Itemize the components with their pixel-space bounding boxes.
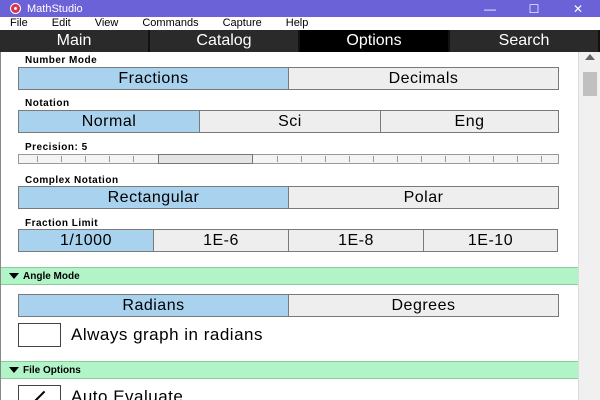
menu-help[interactable]: Help — [286, 17, 309, 30]
slider-tick — [445, 156, 446, 162]
slider-tick — [133, 156, 134, 162]
always-graph-radians-checkbox[interactable] — [18, 323, 61, 347]
tab-search[interactable]: Search — [450, 30, 600, 52]
slider-tick — [277, 156, 278, 162]
precision-slider[interactable] — [18, 154, 559, 164]
slider-tick — [493, 156, 494, 162]
fraction-1-1000-button[interactable]: 1/1000 — [18, 229, 154, 252]
radians-button[interactable]: Radians — [18, 294, 289, 317]
vertical-scrollbar[interactable] — [578, 52, 600, 400]
number-mode-label: Number Mode — [25, 55, 98, 66]
close-button[interactable]: ✕ — [556, 0, 600, 17]
menu-file[interactable]: File — [10, 17, 28, 30]
file-options-title: File Options — [23, 364, 81, 376]
slider-tick — [61, 156, 62, 162]
slider-tick — [469, 156, 470, 162]
auto-evaluate-row[interactable]: Auto Evaluate — [18, 385, 183, 400]
fraction-limit-label: Fraction Limit — [25, 218, 99, 229]
slider-tick — [373, 156, 374, 162]
auto-evaluate-label: Auto Evaluate — [71, 387, 184, 400]
slider-tick — [301, 156, 302, 162]
fraction-1e-10-button[interactable]: 1E-10 — [423, 229, 558, 252]
sci-button[interactable]: Sci — [199, 110, 381, 133]
tab-main[interactable]: Main — [0, 30, 150, 52]
menu-commands[interactable]: Commands — [142, 17, 198, 30]
always-graph-radians-label: Always graph in radians — [71, 325, 263, 344]
always-graph-radians-row[interactable]: Always graph in radians — [18, 323, 263, 347]
slider-tick — [325, 156, 326, 162]
slider-tick — [421, 156, 422, 162]
fraction-limit-selector: 1/1000 1E-6 1E-8 1E-10 — [18, 229, 558, 252]
fraction-1e-6-button[interactable]: 1E-6 — [153, 229, 289, 252]
menu-view[interactable]: View — [95, 17, 119, 30]
minimize-button[interactable]: — — [468, 0, 512, 17]
rectangular-button[interactable]: Rectangular — [18, 186, 289, 209]
slider-tick — [541, 156, 542, 162]
fractions-button[interactable]: Fractions — [18, 67, 289, 90]
slider-tick — [517, 156, 518, 162]
maximize-button[interactable]: ☐ — [512, 0, 556, 17]
window-controls: — ☐ ✕ — [468, 0, 600, 17]
slider-tick — [85, 156, 86, 162]
menu-bar: File Edit View Commands Capture Help — [0, 17, 600, 30]
tab-catalog[interactable]: Catalog — [150, 30, 300, 52]
precision-slider-thumb[interactable] — [158, 154, 253, 164]
normal-button[interactable]: Normal — [18, 110, 200, 133]
complex-notation-selector: Rectangular Polar — [18, 186, 559, 209]
collapse-caret-icon — [9, 367, 19, 373]
menu-capture[interactable]: Capture — [223, 17, 262, 30]
angle-mode-header[interactable]: Angle Mode — [1, 267, 579, 285]
complex-notation-label: Complex Notation — [25, 175, 119, 186]
options-panel: Number Mode Fractions Decimals Notation … — [0, 52, 579, 400]
title-bar: MathStudio — ☐ ✕ — [0, 0, 600, 17]
decimals-button[interactable]: Decimals — [288, 67, 559, 90]
slider-tick — [37, 156, 38, 162]
notation-selector: Normal Sci Eng — [18, 110, 559, 133]
precision-label: Precision: 5 — [25, 142, 88, 153]
tab-options[interactable]: Options — [300, 30, 450, 52]
scroll-up-arrow-icon[interactable] — [585, 54, 595, 60]
collapse-caret-icon — [9, 273, 19, 279]
auto-evaluate-checkbox[interactable] — [18, 385, 61, 400]
eng-button[interactable]: Eng — [380, 110, 559, 133]
slider-tick — [397, 156, 398, 162]
polar-button[interactable]: Polar — [288, 186, 559, 209]
number-mode-selector: Fractions Decimals — [18, 67, 559, 90]
app-icon — [10, 3, 21, 14]
angle-mode-selector: Radians Degrees — [18, 294, 559, 317]
window-title: MathStudio — [27, 2, 83, 15]
slider-tick — [109, 156, 110, 162]
menu-edit[interactable]: Edit — [52, 17, 71, 30]
fraction-1e-8-button[interactable]: 1E-8 — [288, 229, 424, 252]
notation-label: Notation — [25, 98, 70, 109]
angle-mode-title: Angle Mode — [23, 270, 80, 282]
file-options-header[interactable]: File Options — [1, 361, 579, 379]
degrees-button[interactable]: Degrees — [288, 294, 559, 317]
slider-tick — [349, 156, 350, 162]
scrollbar-thumb[interactable] — [583, 72, 597, 96]
tab-bar: Main Catalog Options Search — [0, 30, 600, 52]
